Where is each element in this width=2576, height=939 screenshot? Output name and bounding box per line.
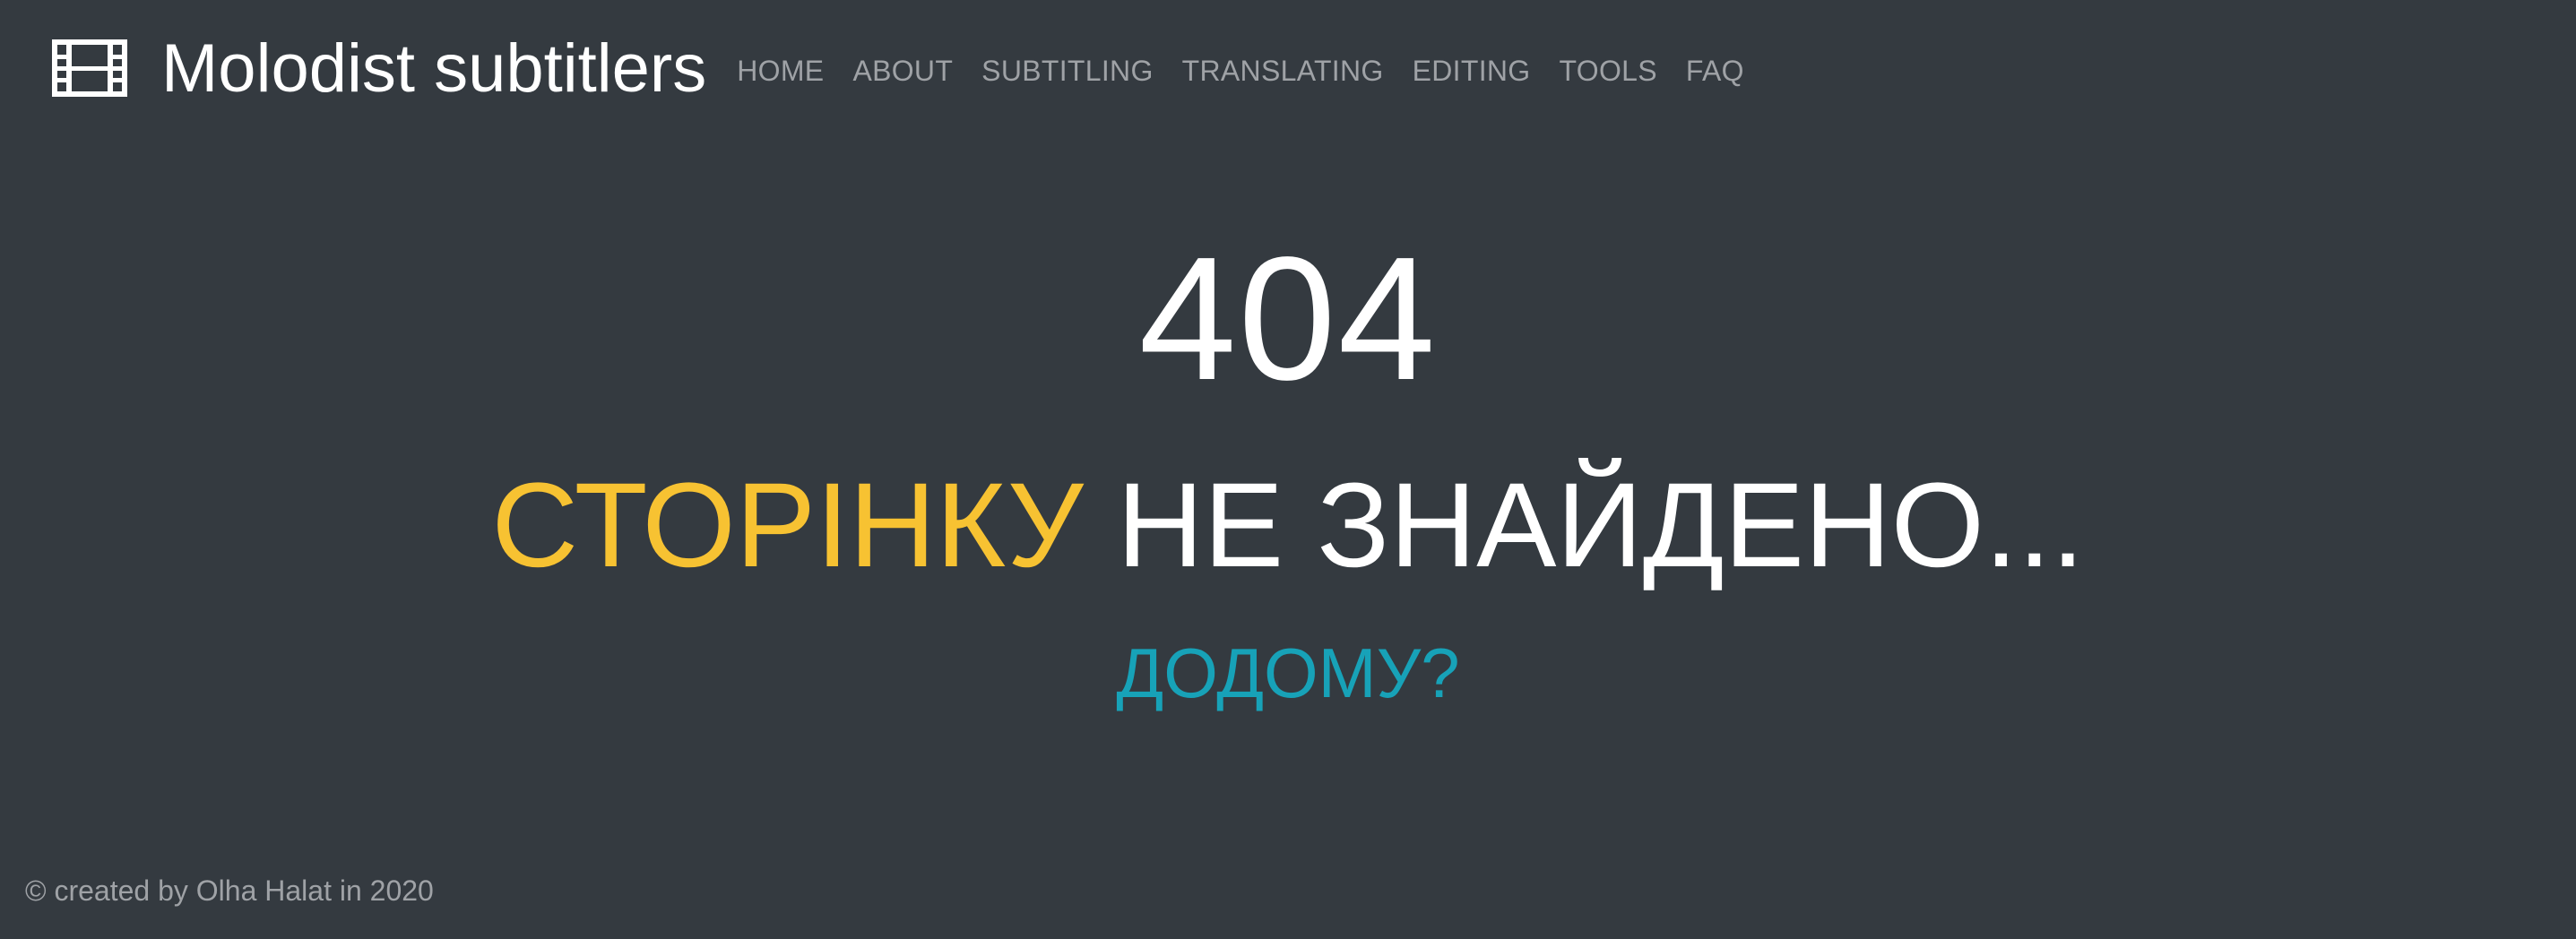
error-message-rest: НЕ ЗНАЙДЕНО... xyxy=(1117,459,2085,592)
page: Molodist subtitlers HOME ABOUT SUBTITLIN… xyxy=(0,0,2576,939)
brand-title: Molodist subtitlers xyxy=(161,30,707,107)
error-message-accent: СТОРІНКУ xyxy=(491,459,1118,592)
error-code: 404 xyxy=(1138,220,1438,417)
nav-editing[interactable]: EDITING xyxy=(1413,55,1531,88)
footer-credit: © created by Olha Halat in 2020 xyxy=(25,874,434,907)
error-message: СТОРІНКУ НЕ ЗНАЙДЕНО... xyxy=(0,466,2576,586)
navbar: Molodist subtitlers HOME ABOUT SUBTITLIN… xyxy=(52,23,1773,113)
nav-subtitling[interactable]: SUBTITLING xyxy=(981,55,1153,88)
nav-about[interactable]: ABOUT xyxy=(852,55,953,88)
home-link[interactable]: ДОДОМУ? xyxy=(0,638,2576,708)
nav-menu: HOME ABOUT SUBTITLING TRANSLATING EDITIN… xyxy=(737,49,1773,88)
nav-translating[interactable]: TRANSLATING xyxy=(1182,55,1384,88)
brand-link[interactable]: Molodist subtitlers xyxy=(52,30,706,108)
film-icon xyxy=(52,39,127,97)
nav-home[interactable]: HOME xyxy=(737,55,824,88)
nav-faq[interactable]: FAQ xyxy=(1686,55,1744,88)
nav-tools[interactable]: TOOLS xyxy=(1560,55,1657,88)
